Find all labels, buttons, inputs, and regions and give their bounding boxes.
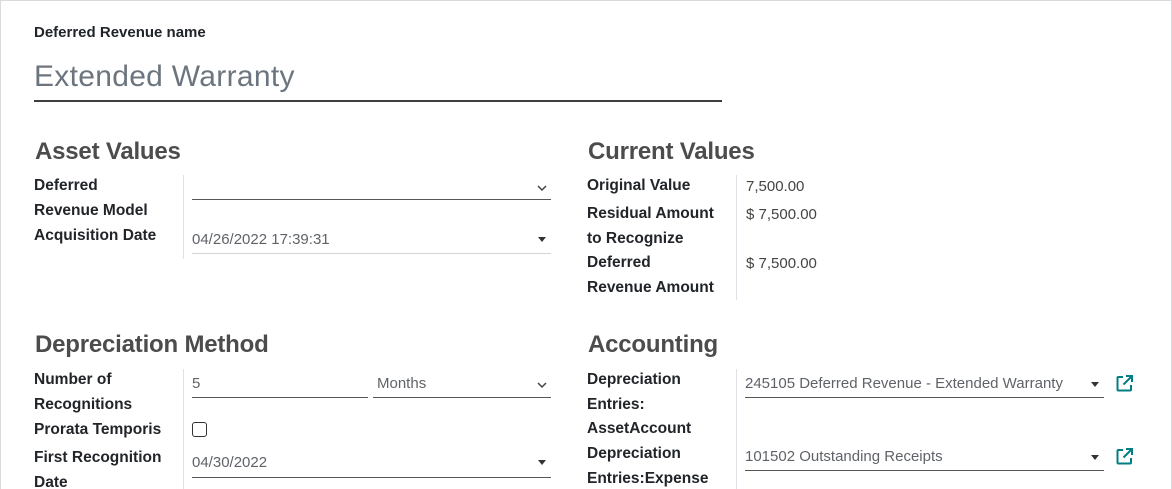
label-line: AssetAccount: [587, 420, 692, 437]
chevron-down-icon[interactable]: [536, 379, 548, 391]
original-value: 7,500.00: [746, 178, 805, 195]
acquisition-date-value: 04/26/2022 17:39:31: [192, 231, 330, 248]
caret-down-icon[interactable]: [1091, 455, 1099, 460]
number-of-recognitions-input[interactable]: 5: [192, 372, 368, 398]
name-field-label: Deferred Revenue name: [34, 24, 206, 41]
external-link-icon[interactable]: [1115, 374, 1134, 393]
depreciation-method-separator: [183, 369, 184, 489]
form-sheet: Deferred Revenue name Asset Values Defer…: [0, 0, 1172, 489]
label-line: Depreciation: [587, 371, 681, 388]
asset-values-title: Asset Values: [35, 138, 181, 165]
asset-values-separator: [183, 175, 184, 259]
expense-account-select[interactable]: 101502 Outstanding Receipts: [745, 445, 1104, 471]
chevron-down-icon[interactable]: [536, 182, 548, 194]
label-line: Revenue Amount: [587, 278, 714, 296]
expense-account-value: 101502 Outstanding Receipts: [745, 448, 943, 465]
asset-account-value: 245105 Deferred Revenue - Extended Warra…: [745, 375, 1063, 392]
acquisition-date-input[interactable]: 04/26/2022 17:39:31: [192, 228, 551, 254]
number-of-recognitions-value: 5: [192, 375, 201, 392]
period-unit-select[interactable]: Months: [373, 372, 551, 398]
prorata-temporis-checkbox[interactable]: [192, 422, 207, 437]
deferred-revenue-amount-value: $ 7,500.00: [746, 255, 817, 272]
current-values-separator: [736, 175, 737, 300]
label-line: Date: [34, 473, 68, 489]
label-line: Number of: [34, 371, 112, 388]
first-recognition-date-value: 04/30/2022: [192, 454, 268, 471]
label-line: Depreciation: [587, 445, 681, 462]
label-line: Entries:Expense: [587, 469, 709, 487]
depreciation-method-title: Depreciation Method: [35, 331, 269, 358]
caret-down-icon[interactable]: [1091, 382, 1099, 387]
accounting-separator: [736, 369, 737, 489]
acquisition-date-label: Acquisition Date: [34, 227, 157, 244]
prorata-temporis-label: Prorata Temporis: [34, 421, 162, 438]
label-line: First Recognition: [34, 449, 162, 466]
label-line: Recognitions: [34, 395, 133, 413]
label-line: Entries:: [587, 395, 645, 413]
external-link-icon[interactable]: [1115, 447, 1134, 466]
first-recognition-date-input[interactable]: 04/30/2022: [192, 452, 551, 478]
label-line: to Recognize: [587, 229, 684, 247]
residual-amount-label: Residual Amount to Recognize: [587, 202, 714, 251]
expense-account-label: Depreciation Entries:Expense: [587, 442, 708, 489]
label-line: Deferred: [587, 254, 651, 271]
asset-account-label: Depreciation Entries: AssetAccount: [587, 368, 691, 442]
deferred-revenue-model-label: Deferred Revenue Model: [34, 174, 148, 223]
label-line: Residual Amount: [587, 205, 714, 222]
label-line: Revenue Model: [34, 201, 148, 219]
caret-down-icon[interactable]: [538, 460, 546, 465]
label-line: Deferred: [34, 177, 98, 194]
deferred-revenue-amount-label: Deferred Revenue Amount: [587, 251, 714, 300]
deferred-revenue-name-input[interactable]: [34, 54, 722, 102]
caret-down-icon[interactable]: [538, 237, 546, 242]
deferred-revenue-model-select[interactable]: [192, 174, 551, 200]
residual-amount-value: $ 7,500.00: [746, 206, 817, 223]
original-value-label: Original Value: [587, 177, 691, 194]
period-unit-value: Months: [377, 375, 427, 392]
accounting-title: Accounting: [588, 331, 718, 358]
number-of-recognitions-label: Number of Recognitions: [34, 368, 132, 417]
current-values-title: Current Values: [588, 138, 755, 165]
asset-account-select[interactable]: 245105 Deferred Revenue - Extended Warra…: [745, 372, 1104, 398]
first-recognition-date-label: First Recognition Date: [34, 446, 161, 489]
